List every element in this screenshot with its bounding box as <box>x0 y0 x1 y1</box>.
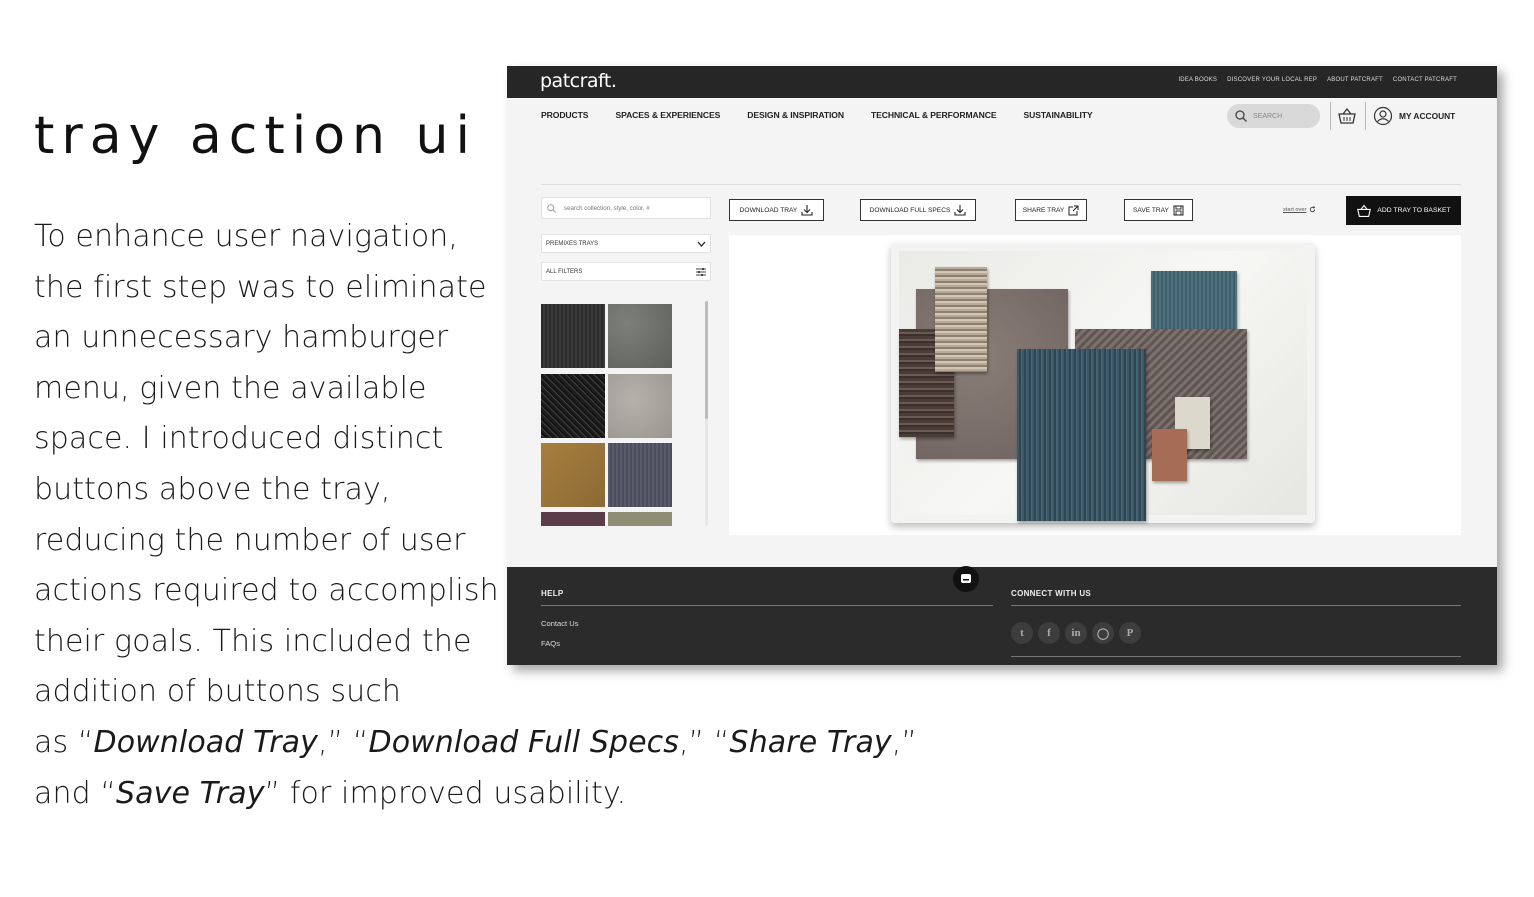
site-logo[interactable]: patcraft. <box>540 70 617 92</box>
carpet-swatch[interactable] <box>541 374 605 438</box>
facebook-icon[interactable]: f <box>1038 622 1060 644</box>
footer-connect-heading: CONNECT WITH US <box>1011 589 1092 598</box>
dropdown-label: ALL FILTERS <box>546 268 583 275</box>
top-bar: patcraft. IDEA BOOKS DISCOVER YOUR LOCAL… <box>507 66 1497 98</box>
start-over-label: start over <box>1283 206 1307 213</box>
body-line: and “Save Tray” for improved usability. <box>34 769 864 820</box>
carpet-sample[interactable] <box>1152 429 1187 481</box>
my-account-link[interactable]: MY ACCOUNT <box>1399 111 1455 121</box>
search-icon <box>1235 110 1247 122</box>
utility-links: IDEA BOOKS DISCOVER YOUR LOCAL REP ABOUT… <box>1178 77 1457 83</box>
carpet-swatch[interactable] <box>541 304 605 368</box>
carpet-swatch[interactable] <box>608 512 672 526</box>
carpet-sample[interactable] <box>1151 271 1237 329</box>
button-label: DOWNLOAD TRAY <box>739 206 798 214</box>
divider <box>1011 605 1461 606</box>
body-line: as “Download Tray,” “Download Full Specs… <box>34 718 917 769</box>
divider <box>541 605 993 606</box>
body-text-fragment: and “ <box>34 775 117 811</box>
nav-products[interactable]: PRODUCTS <box>541 110 589 120</box>
button-label: ADD TRAY TO BASKET <box>1377 207 1451 214</box>
add-tray-to-basket-button[interactable]: ADD TRAY TO BASKET <box>1346 196 1461 225</box>
instagram-icon[interactable]: ◯ <box>1092 622 1114 644</box>
save-icon <box>1173 205 1184 215</box>
chevron-down-icon <box>697 241 706 247</box>
emphasis-save-tray: Save Tray <box>116 775 265 811</box>
download-icon <box>801 205 813 216</box>
nav-sustainability[interactable]: SUSTAINABILITY <box>1023 110 1092 120</box>
top-link-about[interactable]: ABOUT PATCRAFT <box>1327 77 1383 83</box>
swatch-grid <box>541 304 711 526</box>
share-tray-button[interactable]: SHARE TRAY <box>1015 199 1087 221</box>
save-tray-button[interactable]: SAVE TRAY <box>1124 199 1193 221</box>
social-links: t f in ◯ P <box>1011 622 1141 644</box>
linkedin-icon[interactable]: in <box>1065 622 1087 644</box>
divider <box>1365 102 1366 130</box>
slide-title: tray action ui <box>34 106 477 166</box>
body-line: addition of buttons such <box>34 674 401 710</box>
search-placeholder: SEARCH <box>1253 112 1283 120</box>
body-text-fragment: as “ <box>34 724 94 760</box>
scrollbar-thumb[interactable] <box>705 301 708 419</box>
site-search[interactable]: SEARCH <box>1227 104 1320 128</box>
emphasis-share-tray: Share Tray <box>729 724 892 760</box>
all-filters-dropdown[interactable]: ALL FILTERS <box>541 262 711 281</box>
emphasis-download-tray: Download Tray <box>93 724 318 760</box>
body-text-fragment: ” for improved usability. <box>264 775 627 811</box>
filter-icon <box>696 267 706 276</box>
tray-search-placeholder: search collection, style, color, # <box>564 204 650 212</box>
nav-technical[interactable]: TECHNICAL & PERFORMANCE <box>871 110 997 120</box>
basket-icon <box>1357 204 1372 217</box>
top-link-local-rep[interactable]: DISCOVER YOUR LOCAL REP <box>1227 77 1317 83</box>
carpet-swatch[interactable] <box>608 443 672 507</box>
carpet-swatch[interactable] <box>608 374 672 438</box>
chat-widget-button[interactable] <box>953 566 979 592</box>
body-text-fragment: ,” “ <box>317 724 369 760</box>
premixes-dropdown[interactable]: PREMIXES TRAYS <box>541 234 711 253</box>
top-link-idea-books[interactable]: IDEA BOOKS <box>1178 77 1217 83</box>
pinterest-icon[interactable]: P <box>1119 622 1141 644</box>
footer-link-contact[interactable]: Contact Us <box>541 619 579 628</box>
body-text-fragment: ,” “ <box>678 724 730 760</box>
carpet-swatch[interactable] <box>541 512 605 526</box>
search-icon <box>547 203 556 213</box>
divider <box>1011 656 1461 657</box>
divider <box>541 184 1461 185</box>
account-icon[interactable] <box>1373 106 1393 126</box>
tray-search-input[interactable]: search collection, style, color, # <box>541 197 711 219</box>
nav-design[interactable]: DESIGN & INSPIRATION <box>747 110 844 120</box>
external-link-icon <box>1068 205 1079 215</box>
carpet-sample[interactable] <box>935 267 987 372</box>
nav-spaces[interactable]: SPACES & EXPERIENCES <box>615 110 720 120</box>
button-label: SHARE TRAY <box>1022 206 1065 214</box>
download-full-specs-button[interactable]: DOWNLOAD FULL SPECS <box>860 199 976 221</box>
website-mockup: patcraft. IDEA BOOKS DISCOVER YOUR LOCAL… <box>507 66 1497 665</box>
site-footer: HELP Contact Us FAQs CONNECT WITH US t f… <box>507 567 1497 665</box>
tray-canvas <box>729 235 1461 535</box>
button-label: SAVE TRAY <box>1133 206 1169 214</box>
top-link-contact[interactable]: CONTACT PATCRAFT <box>1393 77 1457 83</box>
divider <box>1330 102 1331 130</box>
carpet-swatch[interactable] <box>541 443 605 507</box>
refresh-icon <box>1310 206 1316 213</box>
download-tray-button[interactable]: DOWNLOAD TRAY <box>729 199 824 221</box>
button-label: DOWNLOAD FULL SPECS <box>869 206 951 214</box>
emphasis-download-full-specs: Download Full Specs <box>368 724 679 760</box>
basket-icon[interactable] <box>1337 106 1357 126</box>
main-nav: PRODUCTS SPACES & EXPERIENCES DESIGN & I… <box>541 110 1093 120</box>
download-icon <box>954 205 966 216</box>
carpet-sample[interactable] <box>1017 349 1146 521</box>
body-text-fragment: ,” <box>891 724 918 760</box>
chat-icon <box>961 574 971 583</box>
carpet-swatch[interactable] <box>608 304 672 368</box>
twitter-icon[interactable]: t <box>1011 622 1033 644</box>
sample-tray <box>891 243 1315 523</box>
footer-link-faqs[interactable]: FAQs <box>541 639 560 648</box>
start-over-link[interactable]: start over <box>1283 206 1316 213</box>
dropdown-label: PREMIXES TRAYS <box>546 240 599 247</box>
footer-help-heading: HELP <box>541 589 564 598</box>
